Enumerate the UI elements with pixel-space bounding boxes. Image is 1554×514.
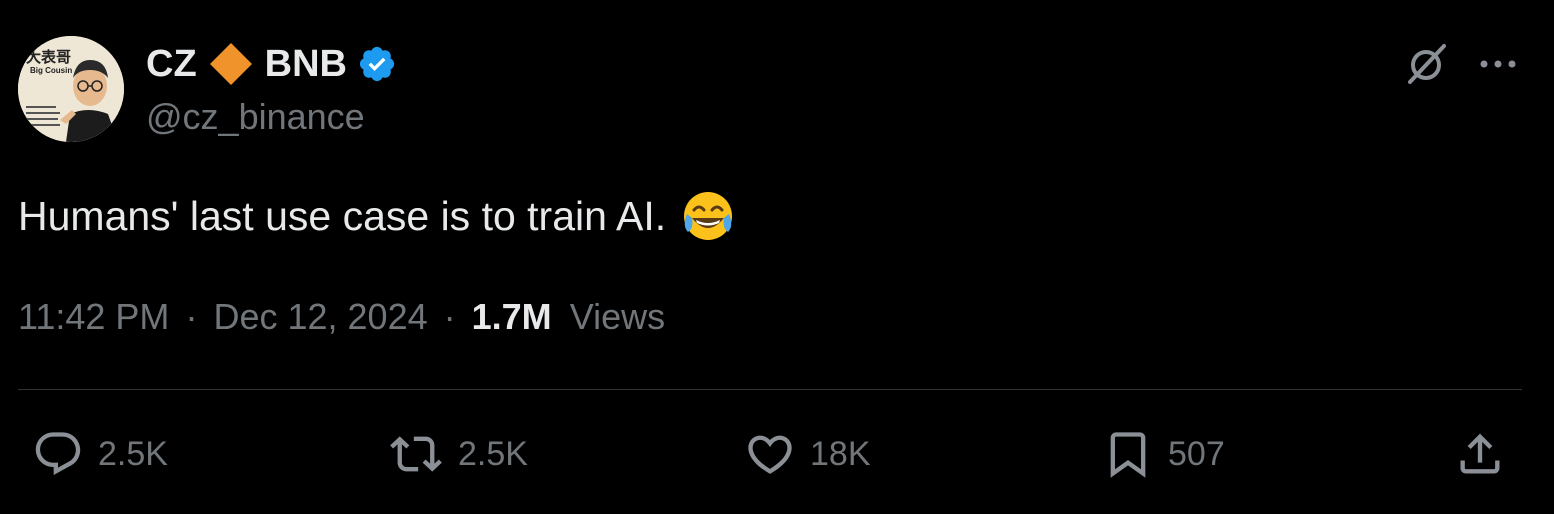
divider xyxy=(18,389,1522,390)
tweet-time[interactable]: 11:42 PM xyxy=(18,296,169,337)
author-name-row[interactable]: CZ BNB xyxy=(146,40,397,88)
repost-button[interactable]: 2.5K xyxy=(388,428,528,480)
tweet-text: Humans' last use case is to train AI. xyxy=(18,188,736,244)
tweet-card: 大表哥 Big Cousin CZ BNB @cz_binance Humans… xyxy=(0,0,1554,514)
bookmark-button[interactable]: 507 xyxy=(1102,428,1225,480)
author-name-suffix[interactable]: BNB xyxy=(265,43,347,86)
views-count[interactable]: 1.7M xyxy=(472,296,552,337)
bookmark-count: 507 xyxy=(1168,434,1225,473)
tweet-date[interactable]: Dec 12, 2024 xyxy=(213,296,427,337)
like-button[interactable]: 18K xyxy=(744,428,871,480)
share-button[interactable] xyxy=(1454,428,1520,480)
avatar[interactable]: 大表哥 Big Cousin xyxy=(18,36,124,142)
author-display-name[interactable]: CZ xyxy=(146,43,197,86)
heart-icon xyxy=(748,435,792,474)
more-dots-icon[interactable] xyxy=(1476,46,1520,82)
meta-separator: · xyxy=(443,296,456,337)
bookmark-icon xyxy=(1110,432,1146,478)
reply-button[interactable]: 2.5K xyxy=(32,428,168,480)
orange-diamond-icon xyxy=(207,40,255,88)
author-handle[interactable]: @cz_binance xyxy=(146,96,365,138)
share-icon xyxy=(1460,433,1500,474)
tears-of-joy-emoji-icon xyxy=(680,188,736,244)
verified-badge-icon[interactable] xyxy=(357,44,397,84)
meta-separator: · xyxy=(185,296,198,337)
reply-count: 2.5K xyxy=(98,434,168,473)
grok-slash-icon[interactable] xyxy=(1402,40,1450,88)
avatar-caption: Big Cousin xyxy=(30,66,73,75)
avatar-chinese-text: 大表哥 xyxy=(26,48,72,66)
reply-icon xyxy=(35,432,81,476)
repost-count: 2.5K xyxy=(458,434,528,473)
tweet-meta: 11:42 PM · Dec 12, 2024 · 1.7M Views xyxy=(18,296,665,338)
tweet-body: Humans' last use case is to train AI. xyxy=(18,192,667,239)
repost-icon xyxy=(390,436,442,472)
views-label[interactable]: Views xyxy=(570,296,665,337)
like-count: 18K xyxy=(810,434,871,473)
